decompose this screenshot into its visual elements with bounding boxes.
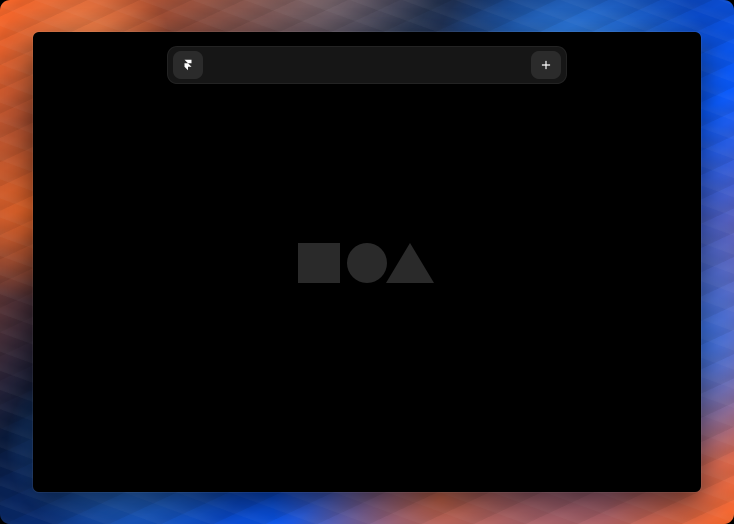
triangle-icon xyxy=(386,243,434,283)
framer-logo-button[interactable] xyxy=(173,51,203,79)
desktop xyxy=(0,0,734,524)
empty-state-shapes xyxy=(298,241,438,285)
add-button[interactable] xyxy=(531,51,561,79)
framer-logo-icon xyxy=(181,58,195,72)
square-icon xyxy=(298,243,340,283)
plus-icon xyxy=(539,58,553,72)
circle-icon xyxy=(347,243,387,283)
app-window xyxy=(33,32,701,492)
top-bar xyxy=(167,46,567,84)
